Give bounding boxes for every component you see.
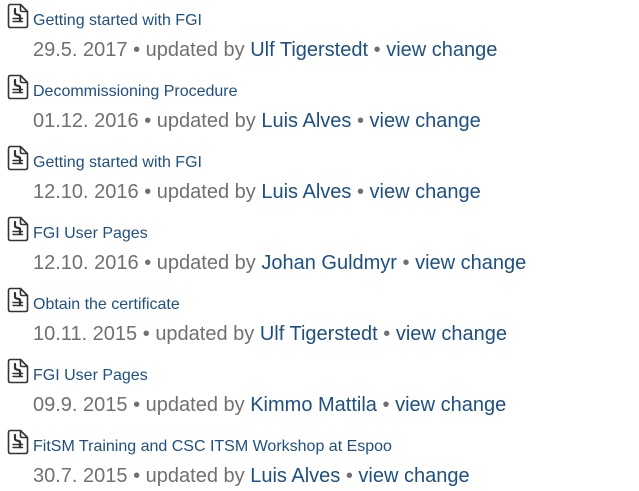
change-date: 30.7. 2015 [33,465,128,487]
separator: • [142,323,150,345]
author-link[interactable]: Luis Alves [261,181,351,203]
history-item: Getting started with FGI 29.5. 2017 • up… [0,0,639,64]
view-change-link[interactable]: view change [358,465,469,487]
separator: • [133,39,141,61]
view-change-link[interactable]: view change [370,181,481,203]
view-change-link[interactable]: view change [395,394,506,416]
separator: • [144,252,152,274]
history-item: Getting started with FGI 12.10. 2016 • u… [0,142,639,206]
change-date: 12.10. 2016 [33,181,139,203]
change-meta: 01.12. 2016 • updated by Luis Alves • vi… [33,109,481,133]
page-icon [7,429,29,455]
author-link[interactable]: Luis Alves [250,465,340,487]
change-date: 10.11. 2015 [33,323,138,345]
page-title-link[interactable]: FGI User Pages [33,366,148,386]
history-item: FGI User Pages 09.9. 2015 • updated by K… [0,355,639,419]
page-icon [7,287,29,313]
separator: • [133,394,141,416]
updated-by-label: updated by [156,181,256,203]
updated-by-label: updated by [155,323,255,345]
page-icon [7,358,29,384]
updated-by-label: updated by [145,394,245,416]
updated-by-label: updated by [145,465,245,487]
history-item: FGI User Pages 12.10. 2016 • updated by … [0,213,639,277]
change-meta: 30.7. 2015 • updated by Luis Alves • vie… [33,464,470,488]
author-link[interactable]: Ulf Tigerstedt [260,323,378,345]
view-change-link[interactable]: view change [386,39,497,61]
separator: • [356,181,364,203]
page-title-link[interactable]: FGI User Pages [33,224,148,244]
separator: • [402,252,410,274]
history-item: Decommissioning Procedure 01.12. 2016 • … [0,71,639,135]
view-change-link[interactable]: view change [370,110,481,132]
history-item: FitSM Training and CSC ITSM Workshop at … [0,426,639,490]
author-link[interactable]: Kimmo Mattila [250,394,377,416]
page-icon [7,3,29,29]
change-meta: 10.11. 2015 • updated by Ulf Tigerstedt … [33,322,507,346]
updated-by-label: updated by [156,110,256,132]
page-icon [7,216,29,242]
page-title-link[interactable]: Getting started with FGI [33,153,202,173]
separator: • [356,110,364,132]
change-date: 09.9. 2015 [33,394,128,416]
change-date: 12.10. 2016 [33,252,139,274]
separator: • [133,465,141,487]
separator: • [345,465,353,487]
separator: • [373,39,381,61]
change-date: 29.5. 2017 [33,39,128,61]
view-change-link[interactable]: view change [396,323,507,345]
page-title-link[interactable]: Getting started with FGI [33,11,202,31]
change-meta: 09.9. 2015 • updated by Kimmo Mattila • … [33,393,506,417]
view-change-link[interactable]: view change [415,252,526,274]
separator: • [382,394,390,416]
change-meta: 12.10. 2016 • updated by Johan Guldmyr •… [33,251,526,275]
author-link[interactable]: Ulf Tigerstedt [250,39,368,61]
separator: • [383,323,391,345]
separator: • [144,181,152,203]
page-icon [7,145,29,171]
history-item: Obtain the certificate 10.11. 2015 • upd… [0,284,639,348]
updated-by-label: updated by [145,39,245,61]
change-date: 01.12. 2016 [33,110,139,132]
updated-by-label: updated by [156,252,256,274]
page-title-link[interactable]: FitSM Training and CSC ITSM Workshop at … [33,437,392,457]
separator: • [144,110,152,132]
page-title-link[interactable]: Obtain the certificate [33,295,180,315]
change-meta: 29.5. 2017 • updated by Ulf Tigerstedt •… [33,38,497,62]
author-link[interactable]: Johan Guldmyr [261,252,397,274]
author-link[interactable]: Luis Alves [261,110,351,132]
change-meta: 12.10. 2016 • updated by Luis Alves • vi… [33,180,481,204]
page-icon [7,74,29,100]
page-title-link[interactable]: Decommissioning Procedure [33,82,238,102]
